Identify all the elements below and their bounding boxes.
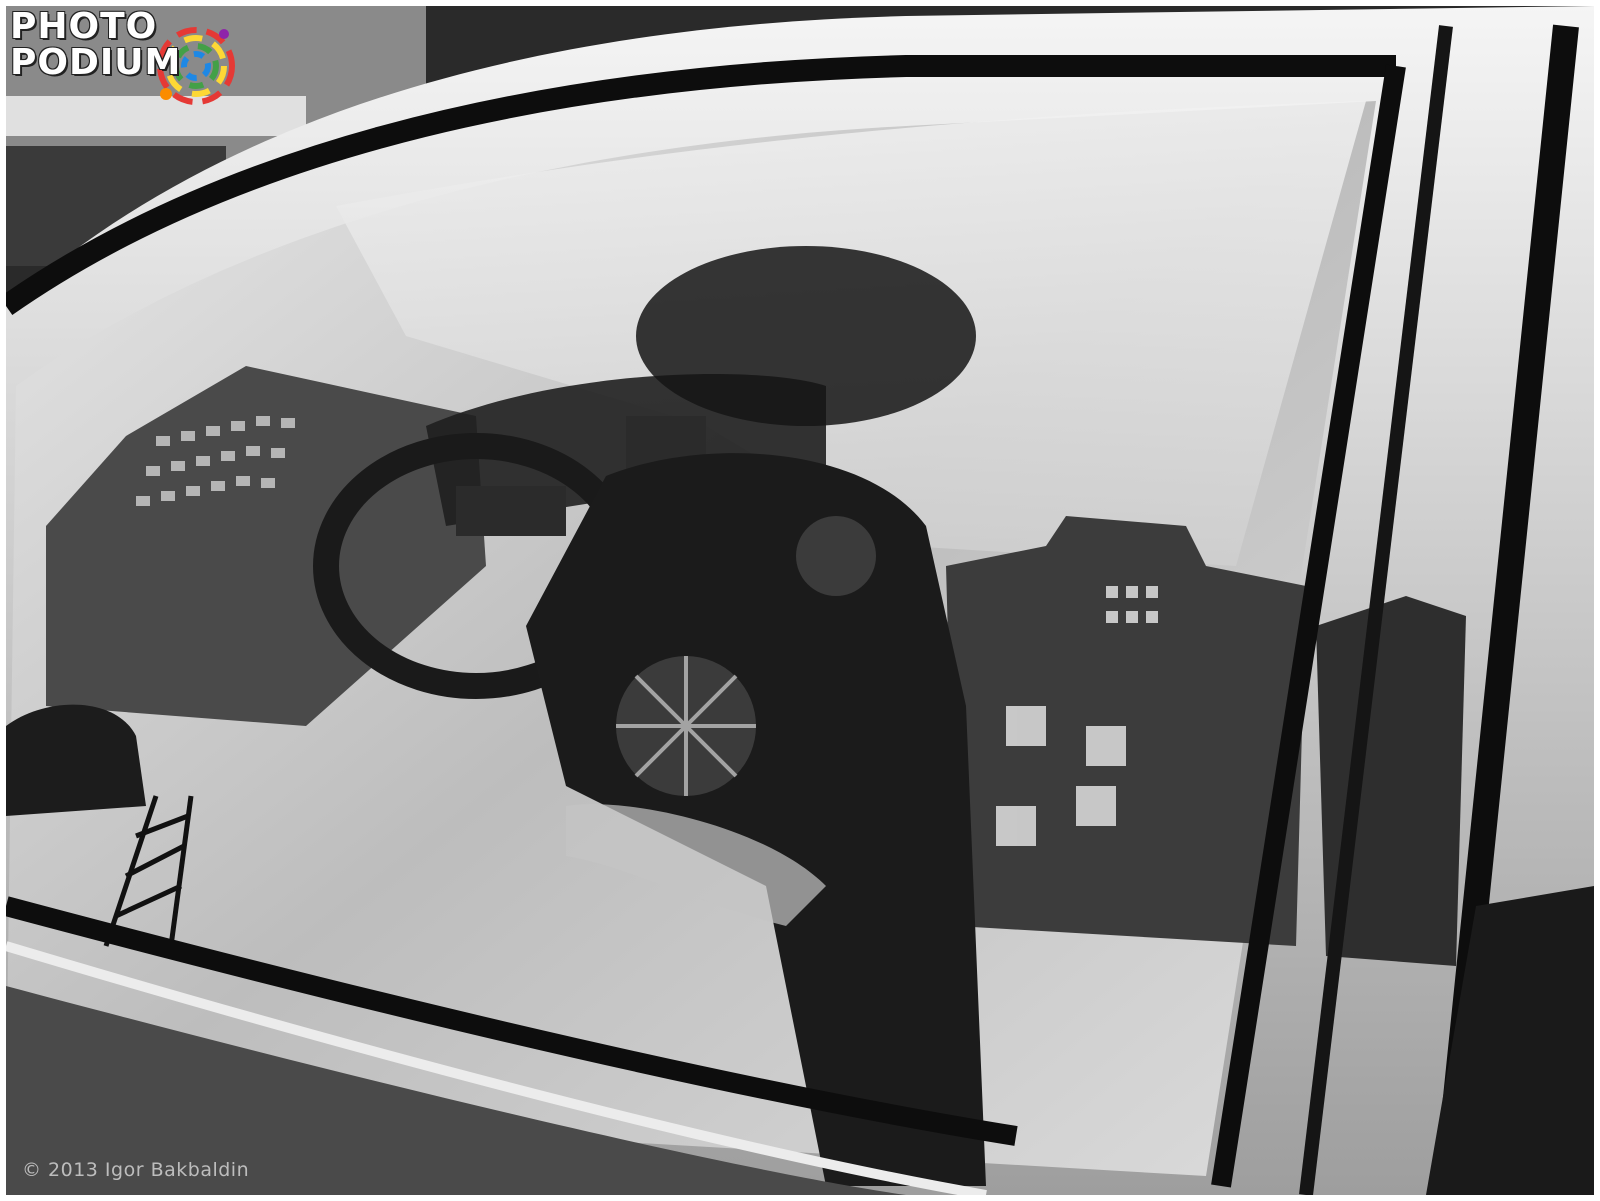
flower-petals bbox=[616, 656, 756, 796]
photograph: PHOTO PODIUM © 2013 Igor Bakbaldin bbox=[6, 6, 1594, 1195]
photo-podium-logo: PHOTO PODIUM bbox=[6, 6, 246, 116]
air-vent bbox=[456, 486, 566, 536]
logo-text-podium: PODIUM bbox=[10, 42, 182, 83]
photo-frame: PHOTO PODIUM © 2013 Igor Bakbaldin bbox=[0, 0, 1600, 1201]
car-window-scene bbox=[6, 6, 1594, 1195]
logo-text-photo: PHOTO bbox=[10, 6, 158, 47]
copyright-credit: © 2013 Igor Bakbaldin bbox=[22, 1159, 250, 1181]
blurred-hair bbox=[636, 246, 976, 426]
floral-pattern-2 bbox=[796, 516, 876, 596]
